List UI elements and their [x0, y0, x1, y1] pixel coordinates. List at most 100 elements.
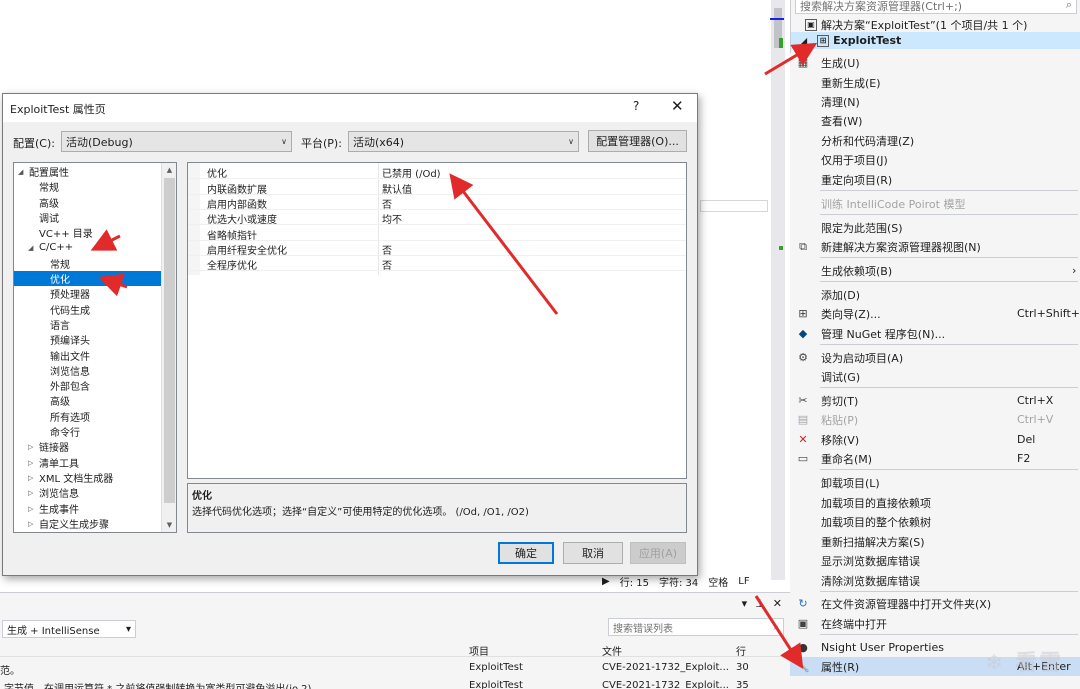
tree-node[interactable]: 高级	[50, 393, 70, 408]
help-button[interactable]: ?	[633, 99, 639, 113]
column-project[interactable]: 项目	[469, 643, 489, 658]
property-row[interactable]: 启用纤程安全优化 否	[188, 241, 686, 257]
cancel-button[interactable]: 取消	[563, 542, 623, 564]
menu-set-startup[interactable]: ⚙ 设为启动项目(A)	[790, 348, 1080, 367]
menu-unload[interactable]: 卸载项目(L)	[790, 473, 1080, 492]
tree-node-cpp[interactable]: ◢ C/C++	[28, 240, 73, 255]
dialog-titlebar[interactable]: ExploitTest 属性页 ? ✕	[3, 94, 697, 122]
tree-node[interactable]: 调试	[39, 210, 59, 225]
tree-node[interactable]: 常规	[39, 179, 59, 194]
project-node[interactable]: ◢ ⊞ ExploitTest	[791, 32, 1080, 49]
menu-load-dep-tree[interactable]: 加载项目的整个依赖树	[790, 512, 1080, 531]
tree-node-optimization[interactable]: 优化	[14, 271, 161, 286]
menu-project-only[interactable]: 仅用于项目(J)	[790, 150, 1080, 169]
close-icon[interactable]: ✕	[773, 597, 782, 610]
tree-node[interactable]: 预处理器	[50, 286, 90, 301]
tree-node[interactable]: ▷ 自定义生成步骤	[28, 516, 109, 532]
menu-retarget[interactable]: 重定向项目(R)	[790, 170, 1080, 189]
expand-icon[interactable]: ▷	[28, 520, 35, 528]
tree-node[interactable]: 预编译头	[50, 332, 90, 347]
tree-node[interactable]: 所有选项	[50, 409, 90, 424]
tree-node[interactable]: 浏览信息	[50, 363, 90, 378]
editor-scrollbar[interactable]	[771, 0, 785, 580]
scroll-up-icon[interactable]: ▲	[162, 163, 176, 177]
menu-intellicode[interactable]: 训练 IntelliCode Poirot 模型	[790, 194, 1080, 213]
error-search-input[interactable]: 搜索错误列表 ⌕	[608, 618, 784, 636]
tree-scrollbar[interactable]: ▲ ▼	[161, 163, 176, 532]
status-scroll-arrow[interactable]: ▶	[602, 576, 610, 587]
expand-icon[interactable]: ▷	[28, 489, 35, 497]
close-icon[interactable]: ✕	[671, 97, 684, 115]
tree-scroll-thumb[interactable]	[164, 178, 175, 503]
property-value[interactable]: 否	[382, 257, 392, 272]
pin-icon[interactable]: ⊥	[755, 597, 765, 610]
tree-node[interactable]: ▷ 清单工具	[28, 455, 79, 471]
menu-open-in-explorer[interactable]: ↻ 在文件资源管理器中打开文件夹(X)	[790, 594, 1080, 613]
ok-button[interactable]: 确定	[498, 542, 554, 564]
menu-build-deps[interactable]: 生成依赖项(B) ›	[790, 261, 1080, 280]
menu-class-wizard[interactable]: ⊞ 类向导(Z)... Ctrl+Shift+X	[790, 304, 1080, 323]
property-value[interactable]: 均不	[382, 211, 402, 226]
tree-node[interactable]: 命令行	[50, 424, 80, 439]
error-row[interactable]: 范。 ExploitTest CVE-2021-1732_Exploit... …	[0, 660, 790, 676]
tree-node[interactable]: ▷ 生成事件	[28, 501, 79, 517]
tree-node[interactable]: 代码生成	[50, 302, 90, 317]
config-manager-button[interactable]: 配置管理器(O)...	[588, 130, 687, 152]
scroll-down-icon[interactable]: ▼	[162, 518, 176, 532]
menu-new-view[interactable]: ⧉ 新建解决方案资源管理器视图(N)	[790, 237, 1080, 256]
menu-add[interactable]: 添加(D)	[790, 285, 1080, 304]
menu-view[interactable]: 查看(W)	[790, 111, 1080, 130]
menu-paste[interactable]: ▤ 粘贴(P) Ctrl+V	[790, 410, 1080, 429]
menu-debug[interactable]: 调试(G)	[790, 367, 1080, 386]
property-row[interactable]: 省略帧指针	[188, 226, 686, 242]
property-value[interactable]: 否	[382, 242, 392, 257]
solution-search-input[interactable]: 搜索解决方案资源管理器(Ctrl+;) ⌕	[795, 0, 1077, 14]
tree-node[interactable]: 语言	[50, 317, 70, 332]
menu-remove[interactable]: ✕ 移除(V) Del	[790, 430, 1080, 449]
property-row[interactable]: 启用内部函数 否	[188, 195, 686, 211]
config-select[interactable]: 活动(Debug) ∨	[61, 131, 292, 152]
menu-clear-browse-errors[interactable]: 清除浏览数据库错误	[790, 571, 1080, 590]
expand-icon[interactable]: ▷	[28, 474, 35, 482]
tree-node[interactable]: 输出文件	[50, 348, 90, 363]
error-filter-dropdown[interactable]: 生成 + IntelliSense ▾	[2, 620, 136, 638]
menu-build[interactable]: ▦ 生成(U)	[790, 53, 1080, 72]
expand-toggle-icon[interactable]: ◢	[801, 36, 807, 45]
menu-open-terminal[interactable]: ▣ 在终端中打开	[790, 614, 1080, 633]
property-row[interactable]: 全程序优化 否	[188, 256, 686, 272]
dropdown-arrow-icon[interactable]: ▾	[742, 597, 748, 610]
property-value[interactable]: 已禁用 (/Od)	[382, 165, 441, 180]
menu-rename[interactable]: ▭ 重命名(M) F2	[790, 449, 1080, 468]
property-value[interactable]: 默认值	[382, 181, 412, 196]
menu-load-direct-deps[interactable]: 加载项目的直接依赖项	[790, 493, 1080, 512]
tree-node[interactable]: 高级	[39, 195, 59, 210]
property-row[interactable]: 内联函数扩展 默认值	[188, 180, 686, 196]
tree-node[interactable]: VC++ 目录	[39, 225, 93, 240]
tree-node-linker[interactable]: ▷ 链接器	[28, 439, 69, 455]
property-row[interactable]: 优选大小或速度 均不	[188, 210, 686, 226]
column-file[interactable]: 文件	[602, 643, 622, 658]
menu-show-browse-errors[interactable]: 显示浏览数据库错误	[790, 551, 1080, 570]
apply-button[interactable]: 应用(A)	[630, 542, 686, 564]
menu-rebuild[interactable]: 重新生成(E)	[790, 73, 1080, 92]
menu-clean[interactable]: 清理(N)	[790, 92, 1080, 111]
error-row[interactable]: 字节值。在调用运算符 * 之前将值强制转换为宽类型可避免溢出(io.2)。 Ex…	[0, 678, 790, 689]
menu-nuget[interactable]: ◆ 管理 NuGet 程序包(N)...	[790, 324, 1080, 343]
expand-icon[interactable]: ▷	[28, 443, 35, 451]
menu-scope[interactable]: 限定为此范围(S)	[790, 218, 1080, 237]
menu-analyze[interactable]: 分析和代码清理(Z)	[790, 131, 1080, 150]
collapse-icon[interactable]: ◢	[28, 244, 35, 252]
property-row-optimization[interactable]: 优化 已禁用 (/Od)	[188, 164, 686, 180]
collapse-icon[interactable]: ◢	[18, 168, 25, 176]
property-value[interactable]: 否	[382, 196, 392, 211]
menu-cut[interactable]: ✂ 剪切(T) Ctrl+X	[790, 391, 1080, 410]
tree-node-config-properties[interactable]: ◢ 配置属性	[18, 164, 69, 180]
tree-node[interactable]: 外部包含	[50, 378, 90, 393]
column-line[interactable]: 行	[736, 643, 746, 658]
menu-rescan[interactable]: 重新扫描解决方案(S)	[790, 532, 1080, 551]
platform-select[interactable]: 活动(x64) ∨	[348, 131, 579, 152]
expand-icon[interactable]: ▷	[28, 459, 35, 467]
tree-node[interactable]: 常规	[50, 256, 70, 271]
tree-node[interactable]: ▷ 浏览信息	[28, 485, 79, 501]
tree-node[interactable]: ▷ XML 文档生成器	[28, 470, 113, 486]
